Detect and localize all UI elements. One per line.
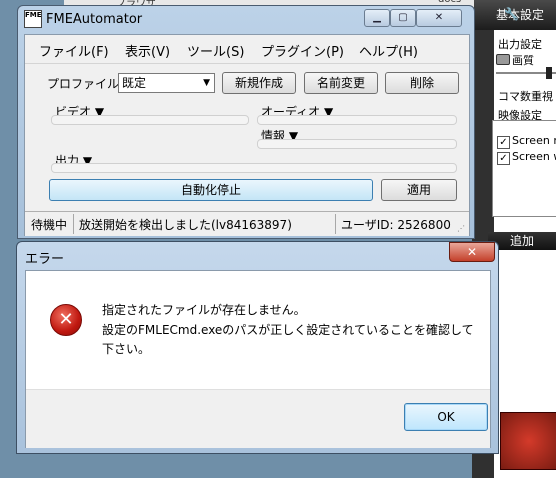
audio-settings-label: 声設定 xyxy=(504,278,537,291)
profile-value: 既定 xyxy=(122,76,147,90)
profile-dropdown[interactable]: 既定 ▼ xyxy=(118,73,215,93)
fme-window: FME FMEAutomator ▁ ▢ ✕ ファイル(F) 表示(V) ツール… xyxy=(17,5,475,239)
fme-window-title: FMEAutomator xyxy=(46,12,143,27)
menu-divider xyxy=(25,63,469,64)
error-dialog: エラー ✕ ✕ 指定されたファイルが存在しません。 設定のFMLECmd.exe… xyxy=(16,241,499,454)
frame-priority-label: コマ数重視 xyxy=(498,90,553,103)
ok-button[interactable]: OK xyxy=(404,403,488,431)
menu-plugins[interactable]: プラグイン(P) xyxy=(261,41,344,60)
speaker-label: ピーカー xyxy=(504,358,548,371)
status-bar: 待機中 放送開始を検出しました(lv84163897) ユーザID: 25268… xyxy=(25,211,469,236)
status-user-id: ユーザID: 2526800 xyxy=(341,218,451,232)
quality-label: 画質 xyxy=(512,54,534,67)
video-group-line xyxy=(51,115,249,125)
screen-2-checkbox[interactable]: ✓ xyxy=(497,152,510,165)
status-state: 待機中 xyxy=(31,218,68,232)
error-icon: ✕ xyxy=(50,304,82,336)
info-group-line xyxy=(257,139,457,149)
resize-grip-icon[interactable]: ⋰ xyxy=(457,224,465,233)
profile-label: プロファイル: xyxy=(47,77,124,91)
error-message-line3: 下さい。 xyxy=(102,342,151,356)
status-message: 放送開始を検出しました(lv84163897) xyxy=(79,218,292,232)
screen-2-label: Screen w xyxy=(512,150,556,163)
close-button[interactable]: ✕ xyxy=(416,9,462,27)
volume-label: 音量 xyxy=(504,298,526,311)
maximize-button[interactable]: ▢ xyxy=(390,9,416,27)
stop-automation-button[interactable]: 自動化停止 xyxy=(49,179,373,201)
fme-app-icon: FME xyxy=(24,10,42,28)
menu-file[interactable]: ファイル(F) xyxy=(39,41,109,60)
quality-slider-thumb[interactable] xyxy=(546,67,552,79)
menu-tools[interactable]: ツール(S) xyxy=(187,41,244,60)
chevron-down-icon: ▼ xyxy=(203,78,210,88)
error-dialog-title: エラー xyxy=(25,252,65,267)
record-button[interactable] xyxy=(500,412,556,470)
apply-button[interactable]: 適用 xyxy=(381,179,457,201)
menu-help[interactable]: ヘルプ(H) xyxy=(359,41,418,60)
status-separator xyxy=(335,214,336,234)
minimize-button[interactable]: ▁ xyxy=(364,9,390,27)
new-profile-button[interactable]: 新規作成 xyxy=(222,72,296,94)
background-app-header: 🔧 基本設定 xyxy=(472,0,556,30)
fme-client-area: ファイル(F) 表示(V) ツール(S) プラグイン(P) ヘルプ(H) プロフ… xyxy=(24,34,470,236)
menu-view[interactable]: 表示(V) xyxy=(125,41,170,60)
status-separator xyxy=(73,214,74,234)
rename-profile-button[interactable]: 名前変更 xyxy=(304,72,378,94)
error-close-button[interactable]: ✕ xyxy=(449,242,495,262)
screen-1-label: Screen re xyxy=(512,134,556,147)
screen-1-checkbox[interactable]: ✓ xyxy=(497,136,510,149)
error-message-line1: 指定されたファイルが存在しません。 xyxy=(102,303,306,317)
volume2-label: 音量 xyxy=(512,376,534,389)
error-dialog-body: ✕ 指定されたファイルが存在しません。 設定のFMLECmd.exeのパスが正し… xyxy=(25,270,491,448)
error-message-line2: 設定のFMLECmd.exeのパスが正しく設定されていることを確認して xyxy=(102,323,474,337)
wrench-icon: 🔧 xyxy=(504,7,519,21)
delete-profile-button[interactable]: 削除 xyxy=(385,72,459,94)
small-label: 量小 xyxy=(504,337,526,350)
output-settings-label: 出力設定 xyxy=(498,38,542,51)
audio-group-line xyxy=(257,115,457,125)
quality-toggle[interactable] xyxy=(496,54,510,65)
output-group-line xyxy=(51,163,457,173)
